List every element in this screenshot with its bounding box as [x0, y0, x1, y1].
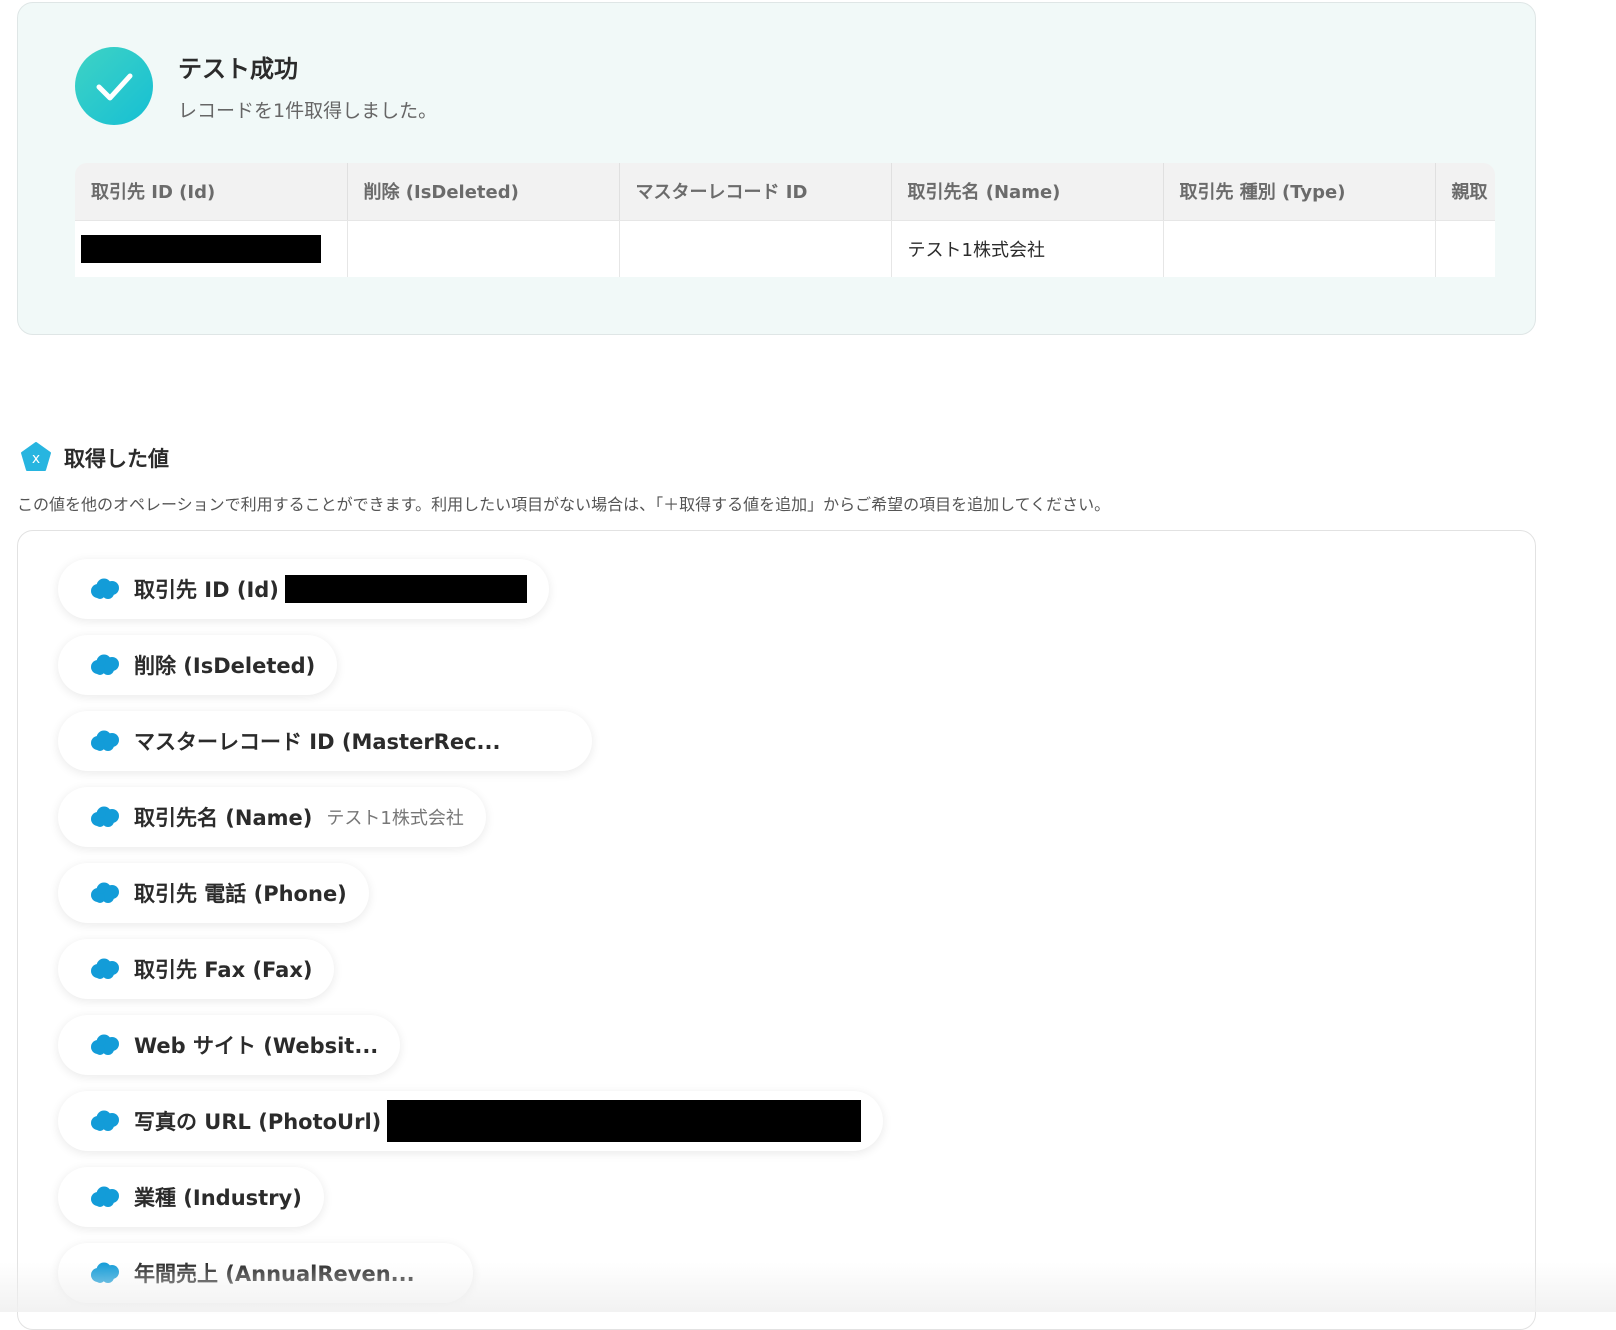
values-section-title: 取得した値	[64, 447, 169, 471]
salesforce-cloud-icon	[91, 806, 119, 827]
value-chip-label: 取引先名 (Name)	[134, 806, 313, 830]
result-subtitle: レコードを1件取得しました。	[178, 100, 438, 122]
salesforce-cloud-icon	[91, 1034, 119, 1055]
values-description: この値を他のオペレーションで利用することができます。利用したい項目がない場合は、…	[17, 495, 1111, 514]
value-chip-industry[interactable]: 業種 (Industry)	[58, 1167, 324, 1227]
salesforce-cloud-icon	[91, 882, 119, 903]
salesforce-cloud-icon	[91, 730, 119, 751]
value-chip-label: 業種 (Industry)	[134, 1186, 302, 1210]
salesforce-cloud-icon	[91, 578, 119, 599]
value-chip-label: Web サイト (Websit...	[134, 1034, 379, 1058]
values-list: 取引先 ID (Id) 削除 (IsDeleted) マスターレコード ID (…	[17, 530, 1536, 1330]
table-header-row: 取引先 ID (Id) 削除 (IsDeleted) マスターレコード ID 取…	[75, 163, 1495, 221]
column-header: マスターレコード ID	[619, 163, 892, 221]
redacted-value	[81, 234, 321, 263]
value-chip-value: テスト1株式会社	[326, 808, 464, 829]
value-chip-label: マスターレコード ID (MasterRec...	[134, 730, 501, 754]
variable-x-icon: x	[21, 442, 51, 471]
result-title: テスト成功	[178, 55, 298, 83]
value-chip-masterrecordid[interactable]: マスターレコード ID (MasterRec...	[58, 711, 593, 771]
redacted-value	[284, 575, 527, 603]
salesforce-cloud-icon	[91, 958, 119, 979]
value-chip-label: 取引先 電話 (Phone)	[134, 882, 347, 906]
table-cell	[1435, 220, 1495, 277]
record-table-container[interactable]: 取引先 ID (Id) 削除 (IsDeleted) マスターレコード ID 取…	[75, 163, 1495, 281]
value-chip-label: 取引先 Fax (Fax)	[134, 958, 313, 982]
value-chip-website[interactable]: Web サイト (Websit...	[58, 1015, 401, 1075]
value-chip-annualrevenue[interactable]: 年間売上 (AnnualReven...	[58, 1243, 473, 1303]
value-chip-label: 削除 (IsDeleted)	[134, 654, 316, 678]
salesforce-cloud-icon	[91, 1110, 119, 1131]
value-chip-id[interactable]: 取引先 ID (Id)	[58, 559, 549, 619]
column-header: 取引先 種別 (Type)	[1163, 163, 1436, 221]
test-result-card: テスト成功 レコードを1件取得しました。 取引先 ID (Id) 削除 (IsD…	[17, 2, 1536, 335]
value-chip-phone[interactable]: 取引先 電話 (Phone)	[58, 863, 369, 923]
svg-text:x: x	[32, 451, 40, 467]
value-chip-label: 写真の URL (PhotoUrl)	[134, 1110, 382, 1134]
value-chip-isdeleted[interactable]: 削除 (IsDeleted)	[58, 635, 338, 695]
table-cell-id	[75, 220, 348, 277]
table-cell	[347, 220, 620, 277]
redacted-value	[387, 1100, 862, 1142]
salesforce-cloud-icon	[91, 1262, 119, 1283]
column-header: 取引先 ID (Id)	[75, 163, 348, 221]
table-row: テスト1株式会社	[75, 220, 1495, 277]
success-check-icon	[75, 47, 153, 125]
value-chip-name[interactable]: 取引先名 (Name) テスト1株式会社	[58, 787, 486, 847]
column-header: 削除 (IsDeleted)	[347, 163, 620, 221]
record-table: 取引先 ID (Id) 削除 (IsDeleted) マスターレコード ID 取…	[75, 163, 1495, 277]
value-chip-label: 年間売上 (AnnualReven...	[134, 1262, 415, 1286]
value-chip-label: 取引先 ID (Id)	[134, 578, 279, 602]
value-chip-fax[interactable]: 取引先 Fax (Fax)	[58, 939, 335, 999]
table-cell: テスト1株式会社	[891, 220, 1164, 277]
value-chip-photourl[interactable]: 写真の URL (PhotoUrl)	[58, 1091, 884, 1151]
salesforce-cloud-icon	[91, 654, 119, 675]
table-cell	[619, 220, 892, 277]
table-cell	[1163, 220, 1436, 277]
column-header: 取引先名 (Name)	[891, 163, 1164, 221]
salesforce-cloud-icon	[91, 1186, 119, 1207]
column-header: 親取	[1435, 163, 1495, 221]
